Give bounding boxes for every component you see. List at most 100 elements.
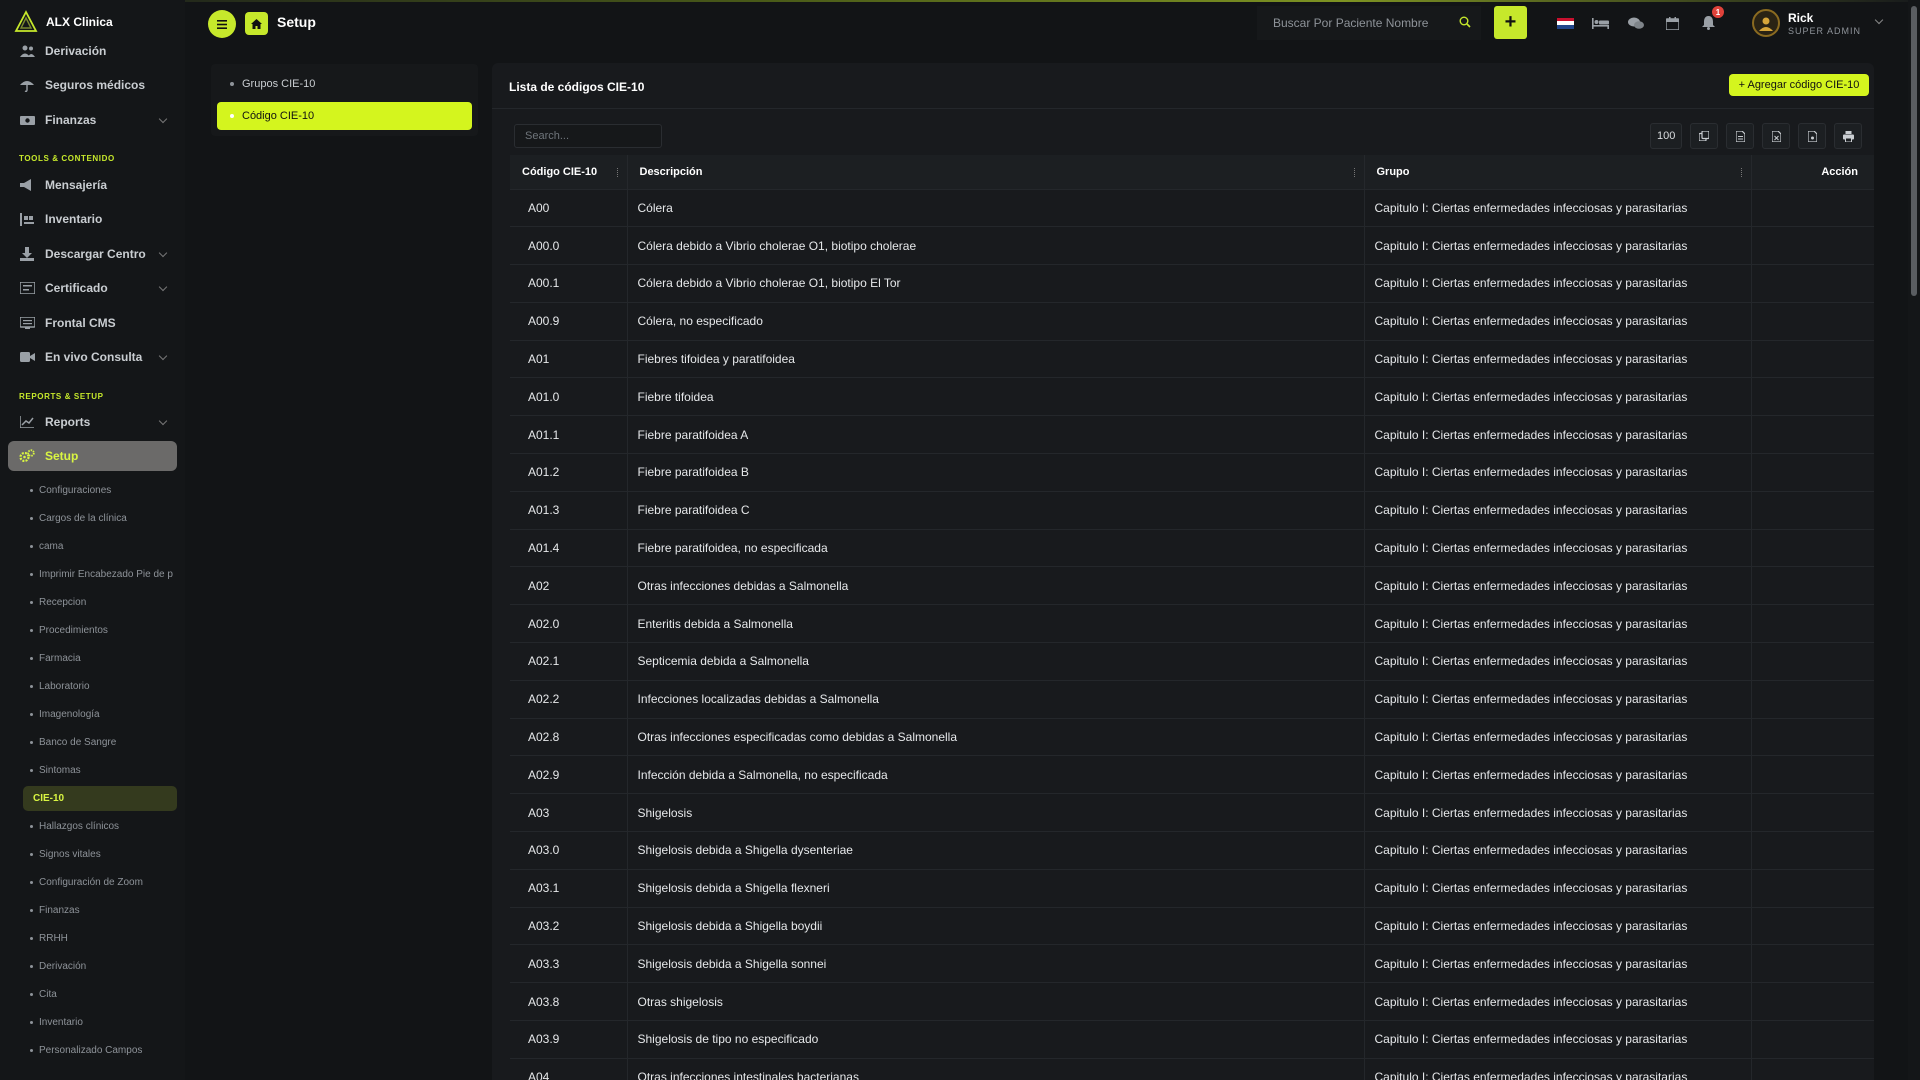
patient-search-input[interactable] — [1273, 16, 1453, 30]
search-icon[interactable] — [1459, 16, 1471, 28]
sidebar-item-setup[interactable]: Setup — [8, 441, 177, 471]
sidebar-item-en-vivo[interactable]: En vivo Consulta — [0, 342, 185, 372]
table-row[interactable]: A04 Otras infecciones intestinales bacter… — [510, 1057, 1874, 1080]
table-row[interactable]: A02.0 Enteritis debida a Salmonella Capitu… — [510, 604, 1874, 643]
sidebar-subitem-rrhh[interactable]: RRHH — [0, 927, 185, 949]
sidebar-subitem-inventario[interactable]: Inventario — [0, 1011, 185, 1033]
column-header-code[interactable]: Código CIE-10 — [510, 155, 628, 189]
table-row[interactable]: A03.1 Shigelosis debida a Shigella flexne… — [510, 868, 1874, 908]
language-flag-button[interactable] — [1556, 14, 1574, 32]
chat-button[interactable] — [1627, 14, 1645, 32]
calendar-button[interactable] — [1663, 14, 1681, 32]
page-size-select[interactable]: 100 — [1650, 123, 1683, 149]
table-row[interactable]: A03.8 Otras shigelosis Capitulo I: Ciertas… — [510, 982, 1874, 1021]
table-row[interactable]: A02.9 Infección debida a Salmonella, no e… — [510, 755, 1874, 794]
table-row[interactable]: A01.0 Fiebre tifoidea Capitulo I: Ciertas … — [510, 377, 1874, 416]
sidebar-subitem-laboratorio[interactable]: Laboratorio — [0, 675, 185, 697]
action-cell[interactable] — [1751, 339, 1874, 378]
excel-button[interactable] — [1762, 123, 1791, 149]
sidebar-subitem-imprimir-encabezado-pie-de-p[interactable]: Imprimir Encabezado Pie de p — [0, 563, 185, 585]
action-cell[interactable] — [1751, 642, 1874, 681]
sidebar-subitem-farmacia[interactable]: Farmacia — [0, 647, 185, 669]
table-row[interactable]: A00.9 Cólera, no especificado Capitulo I: … — [510, 301, 1874, 341]
table-row[interactable]: A02.2 Infecciones localizadas debidas a S… — [510, 679, 1874, 719]
table-row[interactable]: A00.1 Cólera debido a Vibrio cholerae O1,… — [510, 264, 1874, 303]
table-row[interactable]: A00.0 Cólera debido a Vibrio cholerae O1,… — [510, 226, 1874, 265]
table-row[interactable]: A03.0 Shigelosis debida a Shigella dysent… — [510, 831, 1874, 870]
sidebar-subitem-hallazgos-cl-nicos[interactable]: Hallazgos clínicos — [0, 815, 185, 837]
sidebar-item-finanzas[interactable]: Finanzas — [0, 105, 185, 135]
action-cell[interactable] — [1751, 566, 1874, 605]
table-row[interactable]: A01 Fiebres tifoidea y paratifoidea Capitu… — [510, 339, 1874, 378]
sidebar-item-frontal-cms[interactable]: Frontal CMS — [0, 308, 185, 338]
sidebar-item-derivacion[interactable]: Derivación — [0, 36, 185, 66]
sidebar-subitem-configuraci-n-de-zoom[interactable]: Configuración de Zoom — [0, 871, 185, 893]
table-row[interactable]: A01.1 Fiebre paratifoidea A Capitulo I: Ci… — [510, 415, 1874, 454]
sidebar-item-certificado[interactable]: Certificado — [0, 273, 185, 303]
sidebar-subitem-signos-vitales[interactable]: Signos vitales — [0, 843, 185, 865]
table-row[interactable]: A01.4 Fiebre paratifoidea, no especificad… — [510, 528, 1874, 567]
table-row[interactable]: A03.2 Shigelosis debida a Shigella boydii… — [510, 906, 1874, 945]
user-menu[interactable]: Rick SUPER ADMIN — [1752, 9, 1861, 37]
table-row[interactable]: A01.3 Fiebre paratifoidea C Capitulo I: Ci… — [510, 490, 1874, 530]
sidebar-subitem-cie-10[interactable]: CIE-10 — [23, 786, 177, 811]
action-cell[interactable] — [1751, 1057, 1874, 1080]
column-header-description[interactable]: Descripción — [627, 155, 1365, 189]
sidebar-subitem-cita[interactable]: Cita — [0, 983, 185, 1005]
sidebar-item-mensajeria[interactable]: Mensajería — [0, 170, 185, 200]
submenu-item-grupos[interactable]: Grupos CIE-10 — [217, 70, 472, 98]
action-cell[interactable] — [1751, 301, 1874, 341]
quick-add-button[interactable]: + — [1494, 6, 1527, 39]
action-cell[interactable] — [1751, 755, 1874, 794]
table-row[interactable]: A03.3 Shigelosis debida a Shigella sonnei… — [510, 944, 1874, 983]
add-cie10-button[interactable]: + Agregar código CIE-10 — [1729, 74, 1869, 96]
action-cell[interactable] — [1751, 1020, 1874, 1059]
sidebar-subitem-imagenolog-a[interactable]: Imagenología — [0, 703, 185, 725]
action-cell[interactable] — [1751, 679, 1874, 719]
action-cell[interactable] — [1751, 906, 1874, 945]
sidebar-subitem-cargos-de-la-cl-nica[interactable]: Cargos de la clínica — [0, 507, 185, 529]
table-row[interactable]: A01.2 Fiebre paratifoidea B Capitulo I: Ci… — [510, 453, 1874, 492]
page-scrollbar-thumb[interactable] — [1911, 6, 1917, 296]
action-cell[interactable] — [1751, 717, 1874, 756]
action-cell[interactable] — [1751, 453, 1874, 492]
table-search-input[interactable] — [514, 124, 662, 148]
action-cell[interactable] — [1751, 868, 1874, 908]
action-cell[interactable] — [1751, 226, 1874, 265]
action-cell[interactable] — [1751, 831, 1874, 870]
action-cell[interactable] — [1751, 604, 1874, 643]
bed-button[interactable] — [1591, 14, 1609, 32]
submenu-item-codigo[interactable]: Código CIE-10 — [217, 102, 472, 130]
table-row[interactable]: A00 Cólera Capitulo I: Ciertas enfermedade… — [510, 188, 1874, 227]
sidebar-subitem-sintomas[interactable]: Sintomas — [0, 759, 185, 781]
pdf-button[interactable] — [1798, 123, 1827, 149]
action-cell[interactable] — [1751, 415, 1874, 454]
sidebar-subitem-derivaci-n[interactable]: Derivación — [0, 955, 185, 977]
action-cell[interactable] — [1751, 188, 1874, 227]
home-button[interactable] — [245, 12, 268, 35]
sidebar-item-descargar[interactable]: Descargar Centro — [0, 239, 185, 269]
action-cell[interactable] — [1751, 793, 1874, 832]
sidebar-subitem-finanzas[interactable]: Finanzas — [0, 899, 185, 921]
sidebar-subitem-cama[interactable]: cama — [0, 535, 185, 557]
chevron-down-icon[interactable] — [1874, 15, 1884, 25]
menu-toggle-button[interactable] — [208, 10, 236, 38]
sidebar-subitem-personalizado-campos[interactable]: Personalizado Campos — [0, 1039, 185, 1061]
action-cell[interactable] — [1751, 377, 1874, 416]
table-row[interactable]: A02.1 Septicemia debida a Salmonella Capit… — [510, 642, 1874, 681]
table-row[interactable]: A03.9 Shigelosis de tipo no especificado C… — [510, 1020, 1874, 1059]
table-row[interactable]: A02 Otras infecciones debidas a Salmonell… — [510, 566, 1874, 605]
action-cell[interactable] — [1751, 944, 1874, 983]
action-cell[interactable] — [1751, 490, 1874, 530]
print-button[interactable] — [1834, 123, 1863, 149]
csv-button[interactable] — [1726, 123, 1755, 149]
table-row[interactable]: A02.8 Otras infecciones especificadas com… — [510, 717, 1874, 756]
sidebar-item-reports[interactable]: Reports — [0, 407, 185, 437]
action-cell[interactable] — [1751, 264, 1874, 303]
action-cell[interactable] — [1751, 982, 1874, 1021]
table-row[interactable]: A03 Shigelosis Capitulo I: Ciertas enferme… — [510, 793, 1874, 832]
sidebar-subitem-recepcion[interactable]: Recepcion — [0, 591, 185, 613]
sidebar-item-seguros[interactable]: Seguros médicos — [0, 70, 185, 100]
copy-button[interactable] — [1690, 123, 1719, 149]
brand[interactable]: ALX Clinica — [14, 10, 113, 34]
